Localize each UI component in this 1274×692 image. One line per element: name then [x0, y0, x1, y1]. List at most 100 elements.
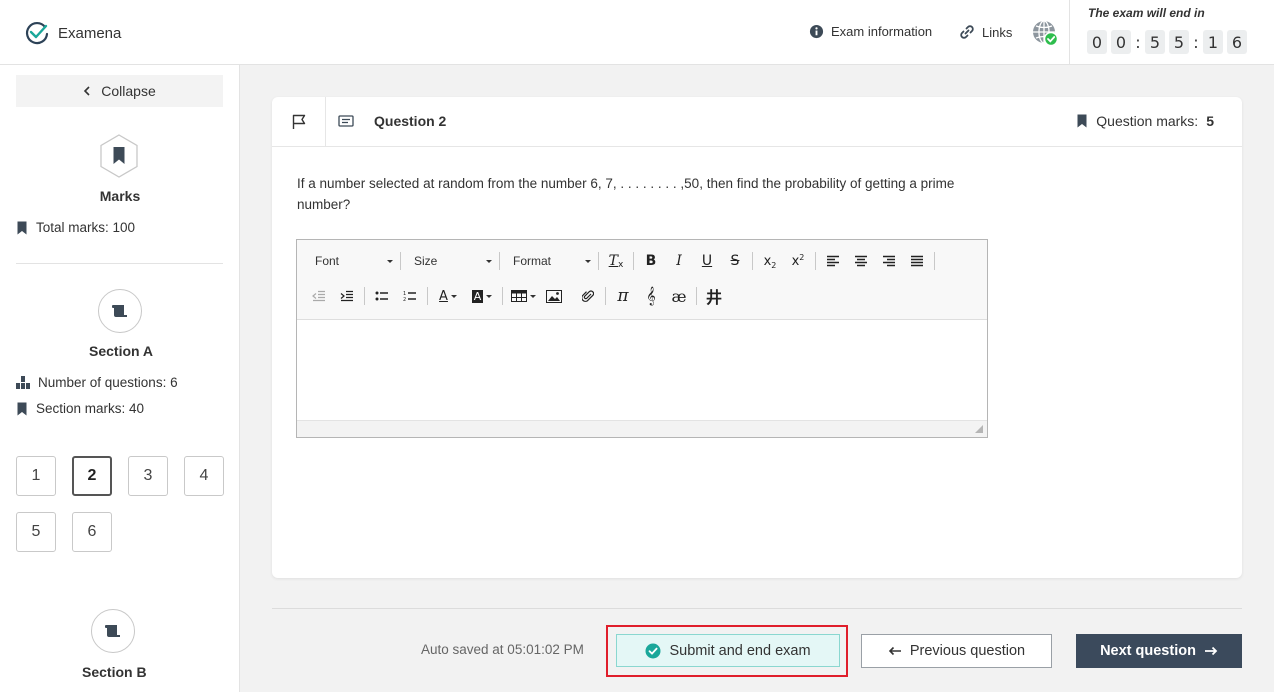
format-select-label: Format	[513, 254, 552, 268]
question-text: If a number selected at random from the …	[297, 176, 955, 212]
text-color-icon[interactable]: A	[431, 284, 465, 308]
align-right-icon[interactable]	[875, 249, 903, 273]
toolbar-separator	[400, 252, 401, 270]
font-select-label: Font	[315, 254, 340, 268]
question-marks-value: 5	[1206, 113, 1214, 129]
toolbar-separator	[696, 287, 697, 305]
dropdown-caret-icon	[486, 259, 492, 263]
links-link[interactable]: Links	[959, 24, 1012, 40]
special-character-icon[interactable]: æ	[665, 284, 693, 308]
next-question-button[interactable]: Next question	[1076, 634, 1242, 668]
section-a-marks: Section marks: 40	[16, 401, 144, 416]
timer-colon: :	[1193, 32, 1199, 52]
toolbar-separator	[502, 287, 503, 305]
timer-digits: 0 0 : 5 5 : 1 6	[1087, 30, 1247, 54]
question-nav-button[interactable]: 5	[16, 512, 56, 552]
questions-blocks-icon	[16, 376, 30, 389]
question-card: Question 2 Question marks: 5 If a number…	[272, 97, 1242, 578]
sidebar: Collapse Marks Total marks: 100 Section …	[0, 65, 240, 692]
question-card-icon	[338, 115, 354, 127]
toolbar-row-2: 12 A A π 𝄞 æ 井	[305, 283, 728, 309]
font-select[interactable]: Font	[305, 250, 397, 272]
superscript-icon[interactable]: x2	[784, 249, 812, 273]
underline-icon[interactable]: U	[693, 249, 721, 273]
bulleted-list-icon[interactable]	[368, 284, 396, 308]
editor-text-area[interactable]	[297, 320, 987, 420]
total-marks-label: Total marks: 100	[36, 220, 136, 235]
app-logo[interactable]: Examena	[24, 20, 121, 46]
toolbar-separator	[427, 287, 428, 305]
bookmark-icon	[1076, 114, 1088, 128]
arrow-left-icon	[888, 646, 902, 656]
align-justify-icon[interactable]	[903, 249, 931, 273]
exam-information-link[interactable]: Exam information	[809, 24, 932, 39]
previous-question-label: Previous question	[909, 643, 1026, 659]
question-nav-button[interactable]: 1	[16, 456, 56, 496]
logo-check-icon	[24, 20, 50, 46]
marks-hexagon-icon	[98, 133, 140, 179]
subscript-icon[interactable]: x2	[756, 249, 784, 273]
section-b-title: Section B	[82, 664, 147, 680]
toolbar-separator	[364, 287, 365, 305]
question-nav-button[interactable]: 4	[184, 456, 224, 496]
size-select[interactable]: Size	[404, 250, 496, 272]
collapse-label: Collapse	[101, 83, 156, 99]
toolbar-row-1: Font Size Format Tx B I U S x 2 x 2	[305, 248, 938, 274]
toolbar-separator	[499, 252, 500, 270]
attachment-icon[interactable]	[574, 284, 602, 308]
section-a-scroll-icon	[98, 289, 142, 333]
image-icon[interactable]	[540, 284, 568, 308]
arrow-right-icon	[1204, 646, 1218, 656]
timer-digit: 5	[1169, 30, 1189, 54]
question-nav-button-active[interactable]: 2	[72, 456, 112, 496]
resize-handle-icon[interactable]	[974, 424, 984, 434]
align-center-icon[interactable]	[847, 249, 875, 273]
timer-label: The exam will end in	[1088, 6, 1205, 20]
question-marks: Question marks: 5	[1076, 113, 1214, 129]
footer-divider	[272, 608, 1242, 609]
question-marks-label: Question marks:	[1096, 113, 1199, 129]
align-left-icon[interactable]	[819, 249, 847, 273]
sidebar-divider	[16, 263, 223, 264]
question-nav-button[interactable]: 3	[128, 456, 168, 496]
outdent-icon[interactable]	[305, 284, 333, 308]
marks-title: Marks	[99, 188, 141, 204]
format-select[interactable]: Format	[503, 250, 595, 272]
timer-digit: 0	[1111, 30, 1131, 54]
timer-digit: 6	[1227, 30, 1247, 54]
answer-rich-text-editor[interactable]: Font Size Format Tx B I U S x 2 x 2 1 2 …	[296, 239, 988, 438]
question-title: Question 2	[338, 113, 446, 129]
math-pi-icon[interactable]: π	[609, 284, 637, 308]
question-card-header: Question 2 Question marks: 5	[272, 97, 1242, 147]
bookmark-icon	[16, 402, 28, 416]
bold-icon[interactable]: B	[637, 249, 665, 273]
question-title-label: Question 2	[374, 113, 447, 129]
indent-icon[interactable]	[333, 284, 361, 308]
remove-format-icon[interactable]: Tx	[602, 249, 630, 273]
hash-grid-icon[interactable]: 井	[700, 284, 728, 308]
bookmark-icon	[16, 221, 28, 235]
num-questions-label: Number of questions: 6	[38, 375, 178, 390]
main-content: Question 2 Question marks: 5 If a number…	[240, 65, 1274, 692]
flag-question-button[interactable]	[272, 97, 326, 147]
numbered-list-icon[interactable]: 12	[396, 284, 424, 308]
next-question-label: Next question	[1100, 643, 1196, 659]
timer-digit: 1	[1203, 30, 1223, 54]
collapse-button[interactable]: Collapse	[16, 75, 223, 107]
italic-icon[interactable]: I	[665, 249, 693, 273]
strikethrough-icon[interactable]: S	[721, 249, 749, 273]
table-icon[interactable]	[506, 284, 540, 308]
previous-question-button[interactable]: Previous question	[861, 634, 1052, 668]
link-icon	[959, 24, 975, 40]
music-clef-icon[interactable]: 𝄞	[637, 284, 665, 308]
toolbar-separator	[752, 252, 753, 270]
toolbar-separator	[934, 252, 935, 270]
connection-status-globe-icon[interactable]	[1031, 19, 1059, 47]
submit-end-exam-button[interactable]: Submit and end exam	[616, 634, 840, 667]
question-nav-button[interactable]: 6	[72, 512, 112, 552]
background-color-icon[interactable]: A	[465, 284, 499, 308]
section-marks-label: Section marks: 40	[36, 401, 145, 416]
section-a-title: Section A	[89, 343, 154, 359]
timer-digit: 0	[1087, 30, 1107, 54]
section-a-num-questions: Number of questions: 6	[16, 375, 178, 390]
